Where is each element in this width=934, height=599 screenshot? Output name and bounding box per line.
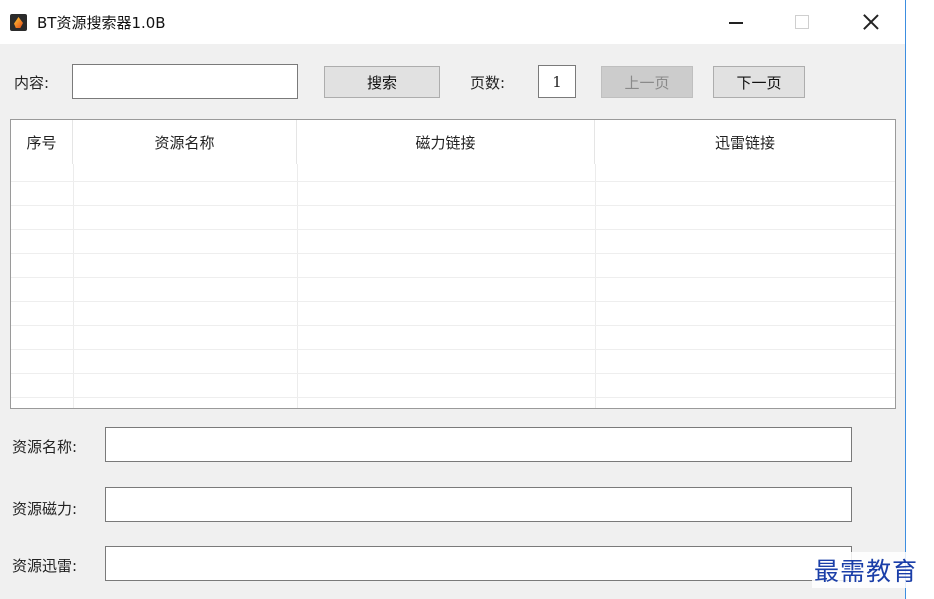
- results-table[interactable]: 序号 资源名称 磁力链接 迅雷链接: [10, 119, 896, 409]
- resource-name-label: 资源名称:: [12, 438, 78, 456]
- close-icon: [863, 14, 879, 30]
- resource-thunder-label: 资源迅雷:: [12, 557, 78, 575]
- resource-thunder-field[interactable]: [105, 546, 852, 581]
- table-header: 序号 资源名称 磁力链接 迅雷链接: [11, 120, 895, 164]
- column-header-thunder-link[interactable]: 迅雷链接: [595, 120, 895, 164]
- prev-page-button[interactable]: 上一页: [601, 66, 693, 98]
- window-title: BT资源搜索器1.0B: [37, 14, 166, 32]
- column-header-resource-name[interactable]: 资源名称: [73, 120, 297, 164]
- title-bar: BT资源搜索器1.0B: [0, 0, 905, 44]
- column-header-magnet-link[interactable]: 磁力链接: [297, 120, 595, 164]
- app-window: BT资源搜索器1.0B 内容: 搜索 页数: 1 上一页 下一页 序号 资源名称…: [0, 0, 906, 599]
- maximize-button[interactable]: [779, 0, 825, 44]
- minimize-icon: [729, 22, 743, 24]
- content-label: 内容:: [14, 74, 50, 92]
- content-search-input[interactable]: [72, 64, 298, 99]
- watermark-text: 最需教育: [812, 552, 921, 588]
- next-page-button[interactable]: 下一页: [713, 66, 805, 98]
- resource-name-field[interactable]: [105, 427, 852, 462]
- close-button[interactable]: [848, 0, 894, 44]
- search-button[interactable]: 搜索: [324, 66, 440, 98]
- app-logo-icon: [10, 14, 27, 31]
- page-number-field[interactable]: 1: [538, 65, 576, 98]
- maximize-icon: [795, 15, 809, 29]
- column-header-index[interactable]: 序号: [11, 120, 73, 164]
- resource-magnet-field[interactable]: [105, 487, 852, 522]
- resource-magnet-label: 资源磁力:: [12, 500, 78, 518]
- page-count-label: 页数:: [470, 74, 506, 92]
- minimize-button[interactable]: [713, 0, 759, 44]
